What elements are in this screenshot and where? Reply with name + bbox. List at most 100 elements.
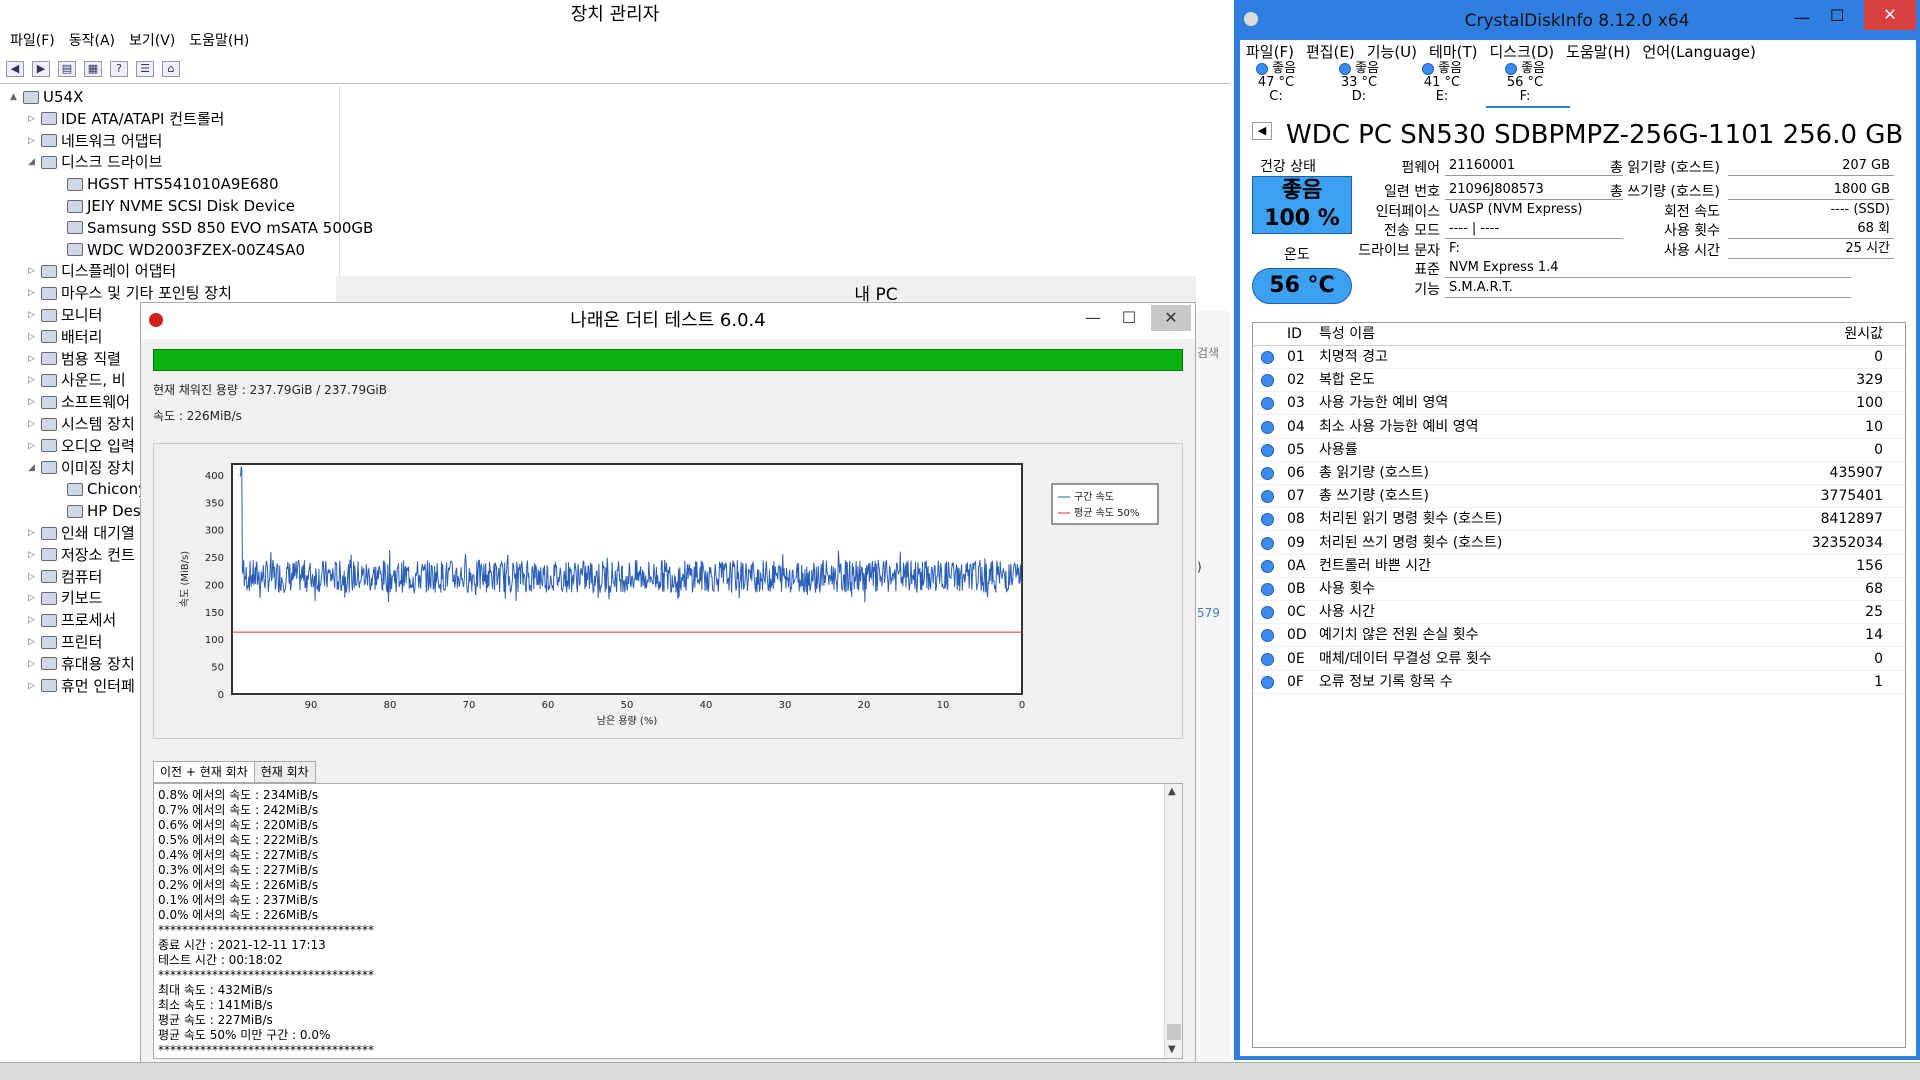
smart-row[interactable]: 0F 오류 정보 기록 항목 수 1 xyxy=(1253,671,1905,694)
drive-selector[interactable]: 좋음 56 °C F: xyxy=(1491,62,1559,106)
scroll-up-icon[interactable]: ▲ xyxy=(1168,786,1176,797)
help-icon[interactable]: ? xyxy=(110,60,128,77)
tree-item[interactable]: JEIY NVME SCSI Disk Device xyxy=(54,195,295,217)
smart-row[interactable]: 06 총 읽기량 (호스트) 435907 xyxy=(1253,462,1905,485)
log-scrollbar[interactable]: ▲ ▼ xyxy=(1164,784,1182,1058)
expand-icon[interactable]: ▷ xyxy=(28,348,38,370)
tree-item[interactable]: ▷ 배터리 xyxy=(28,326,102,348)
expand-icon[interactable]: ▷ xyxy=(28,130,38,152)
tree-item[interactable]: ▷ 소프트웨어 xyxy=(28,391,130,413)
smart-row[interactable]: 05 사용률 0 xyxy=(1253,439,1905,462)
menu-view[interactable]: 보기(V) xyxy=(129,29,175,53)
tree-item[interactable]: Samsung SSD 850 EVO mSATA 500GB xyxy=(54,217,373,239)
smart-row[interactable]: 0E 매체/데이터 무결성 오류 횟수 0 xyxy=(1253,648,1905,671)
tree-item[interactable]: Chicony xyxy=(54,478,147,500)
tree-item[interactable]: WDC WD2003FZEX-00Z4SA0 xyxy=(54,239,305,261)
expand-icon[interactable]: ▷ xyxy=(28,435,38,457)
cdi-menu-edit[interactable]: 편집(E) xyxy=(1306,42,1355,62)
tree-item[interactable]: HP Desk xyxy=(54,500,149,522)
drive-selector[interactable]: 좋음 41 °C E: xyxy=(1408,62,1476,106)
tree-item[interactable]: ▷ 모니터 xyxy=(28,304,102,326)
maximize-button[interactable]: ☐ xyxy=(1109,305,1149,331)
expand-icon[interactable]: ▲ xyxy=(10,86,20,108)
tree-item[interactable]: ▷ 네트워크 어댑터 xyxy=(28,130,162,152)
expand-icon[interactable]: ▷ xyxy=(28,304,38,326)
smart-row[interactable]: 0B 사용 횟수 68 xyxy=(1253,578,1905,601)
tree-item[interactable]: ◢ 이미징 장치 xyxy=(28,457,135,479)
expand-icon[interactable]: ▷ xyxy=(28,522,38,544)
back-icon[interactable]: ◀ xyxy=(6,60,24,77)
tree-item[interactable]: ▷ 저장소 컨트 xyxy=(28,544,135,566)
expand-icon[interactable]: ◢ xyxy=(28,457,38,479)
minimize-button[interactable]: — xyxy=(1073,305,1113,331)
scan-icon[interactable]: ⌂ xyxy=(162,60,180,77)
tree-item[interactable]: ▷ 마우스 및 기타 포인팅 장치 xyxy=(28,282,232,304)
tree-item[interactable]: ◢ 디스크 드라이브 xyxy=(28,151,162,173)
list-icon[interactable]: ☰ xyxy=(136,60,154,77)
cdi-menu-function[interactable]: 기능(U) xyxy=(1367,42,1417,62)
tree-item[interactable]: ▷ 컴퓨터 xyxy=(28,566,102,588)
expand-icon[interactable]: ▷ xyxy=(28,609,38,631)
expand-icon[interactable]: ▷ xyxy=(28,653,38,675)
cdi-menu-file[interactable]: 파일(F) xyxy=(1246,42,1294,62)
expand-icon[interactable]: ▷ xyxy=(28,108,38,130)
tree-item[interactable]: ▷ 키보드 xyxy=(28,587,102,609)
smart-row[interactable]: 07 총 쓰기량 (호스트) 3775401 xyxy=(1253,485,1905,509)
close-button[interactable]: ✕ xyxy=(1151,305,1191,331)
cdi-maximize-button[interactable]: ☐ xyxy=(1830,6,1844,25)
expand-icon[interactable]: ▷ xyxy=(28,413,38,435)
smart-row[interactable]: 08 처리된 읽기 명령 횟수 (호스트) 8412897 xyxy=(1253,508,1905,532)
cdi-close-button[interactable]: ✕ xyxy=(1864,0,1916,30)
tree-item[interactable]: ▷ IDE ATA/ATAPI 컨트롤러 xyxy=(28,108,224,130)
expand-icon[interactable]: ▷ xyxy=(28,391,38,413)
smart-row[interactable]: 01 치명적 경고 0 xyxy=(1253,346,1905,369)
tree-item[interactable]: ▷ 인쇄 대기열 xyxy=(28,522,135,544)
smart-row[interactable]: 04 최소 사용 가능한 예비 영역 10 xyxy=(1253,416,1905,439)
tree-item[interactable]: ▷ 사운드, 비 xyxy=(28,369,126,391)
expand-icon[interactable]: ▷ xyxy=(28,566,38,588)
cdi-menu-language[interactable]: 언어(Language) xyxy=(1643,42,1756,62)
tree-item[interactable]: ▷ 프로세서 xyxy=(28,609,116,631)
scroll-down-icon[interactable]: ▼ xyxy=(1168,1044,1176,1055)
tree-item[interactable]: HGST HTS541010A9E680 xyxy=(54,173,279,195)
tree-item[interactable]: ▷ 시스템 장치 xyxy=(28,413,135,435)
tree-item[interactable]: ▷ 프린터 xyxy=(28,631,102,653)
expand-icon[interactable]: ▷ xyxy=(28,326,38,348)
tree-item[interactable]: ▷ 휴대용 장치 xyxy=(28,653,135,675)
tree-item[interactable]: ▷ 범용 직렬 xyxy=(28,348,121,370)
cdi-menu-theme[interactable]: 테마(T) xyxy=(1429,42,1477,62)
smart-row[interactable]: 0D 예기치 않은 전원 손실 횟수 14 xyxy=(1253,624,1905,648)
tree-item[interactable]: ▷ 휴먼 인터페 xyxy=(28,675,135,697)
cdi-menu-help[interactable]: 도움말(H) xyxy=(1566,42,1630,62)
forward-icon[interactable]: ▶ xyxy=(32,60,50,77)
expand-icon[interactable]: ◢ xyxy=(28,151,38,173)
smart-row[interactable]: 09 처리된 쓰기 명령 횟수 (호스트) 32352034 xyxy=(1253,532,1905,555)
smart-row[interactable]: 03 사용 가능한 예비 영역 100 xyxy=(1253,392,1905,416)
smart-row[interactable]: 0A 컨트롤러 바쁜 시간 156 xyxy=(1253,555,1905,578)
expand-icon[interactable]: ▷ xyxy=(28,587,38,609)
drive-selector[interactable]: 좋음 47 °C C: xyxy=(1242,62,1310,106)
expand-icon[interactable]: ▷ xyxy=(28,675,38,697)
cdi-menu-disk[interactable]: 디스크(D) xyxy=(1490,42,1555,62)
expand-icon[interactable]: ▷ xyxy=(28,282,38,304)
expand-icon[interactable]: ▷ xyxy=(28,260,38,282)
scroll-thumb[interactable] xyxy=(1167,1024,1181,1040)
tree-item[interactable]: ▲ U54X xyxy=(10,86,83,108)
drive-selector[interactable]: 좋음 33 °C D: xyxy=(1325,62,1393,106)
smart-row[interactable]: 02 복합 온도 329 xyxy=(1253,369,1905,393)
tab-all-runs[interactable]: 이전 + 현재 회차 xyxy=(153,761,255,783)
menu-action[interactable]: 동작(A) xyxy=(69,29,115,53)
menu-file[interactable]: 파일(F) xyxy=(10,29,55,53)
tree-item[interactable]: ▷ 디스플레이 어댑터 xyxy=(28,260,176,282)
prev-disk-icon[interactable]: ◀ xyxy=(1252,122,1272,140)
cdi-minimize-button[interactable]: — xyxy=(1794,8,1810,27)
refresh-icon[interactable]: ▦ xyxy=(84,60,102,77)
tab-current-run[interactable]: 현재 회차 xyxy=(253,761,316,783)
expand-icon[interactable]: ▷ xyxy=(28,544,38,566)
expand-icon[interactable]: ▷ xyxy=(28,631,38,653)
expand-icon[interactable]: ▷ xyxy=(28,369,38,391)
smart-row[interactable]: 0C 사용 시간 25 xyxy=(1253,601,1905,625)
tree-item[interactable]: ▷ 오디오 입력 xyxy=(28,435,135,457)
properties-icon[interactable]: ▤ xyxy=(58,60,76,77)
menu-help[interactable]: 도움말(H) xyxy=(189,29,249,53)
